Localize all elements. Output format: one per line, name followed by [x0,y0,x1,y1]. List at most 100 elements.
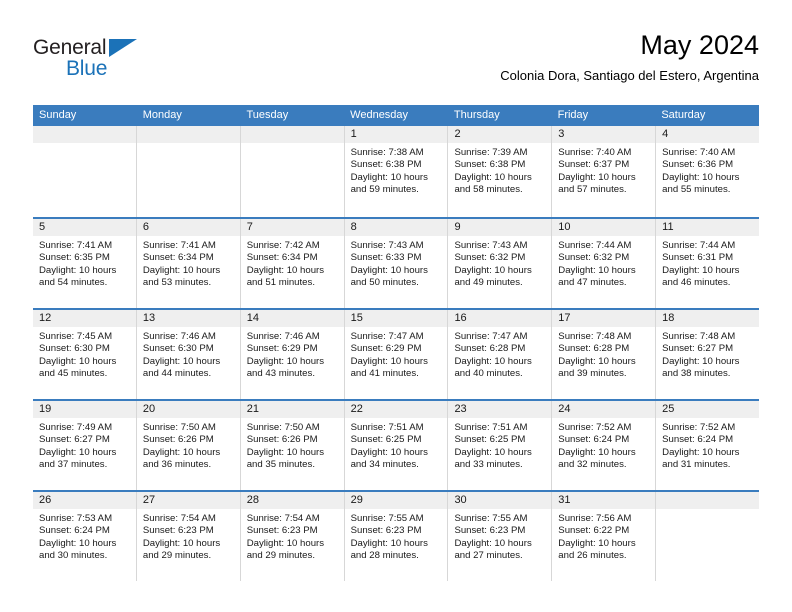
day-cell[interactable]: 26 Sunrise: 7:53 AM Sunset: 6:24 PM Dayligh… [33,492,137,581]
sunset-text: Sunset: 6:22 PM [558,525,630,537]
day-details: Sunrise: 7:55 AM Sunset: 6:23 PM Daylight:… [448,509,551,563]
day-cell[interactable]: 14 Sunrise: 7:46 AM Sunset: 6:29 PM Dayligh… [240,310,345,399]
weekday-header-friday: Friday [557,109,589,121]
sunset-text: Sunset: 6:30 PM [39,343,110,355]
sunset-text: Sunset: 6:36 PM [662,159,734,171]
sunrise-text: Sunrise: 7:41 AM [39,240,113,251]
day-cell[interactable]: 2 Sunrise: 7:39 AM Sunset: 6:38 PM Daylight… [448,126,553,217]
day-cell[interactable]: 24 Sunrise: 7:52 AM Sunset: 6:24 PM Dayligh… [552,401,657,490]
day-cell[interactable]: 30 Sunrise: 7:55 AM Sunset: 6:23 PM Dayligh… [448,492,553,581]
day-cell[interactable]: 7 Sunrise: 7:42 AM Sunset: 6:34 PM Daylight… [240,219,345,308]
day-cell[interactable]: 23 Sunrise: 7:51 AM Sunset: 6:25 PM Dayligh… [448,401,553,490]
sunset-text: Sunset: 6:27 PM [662,343,734,355]
day-cell[interactable]: 9 Sunrise: 7:43 AM Sunset: 6:32 PM Daylight… [448,219,553,308]
day-cell[interactable]: 11 Sunrise: 7:44 AM Sunset: 6:31 PM Dayligh… [656,219,760,308]
day-number: 22 [344,401,448,418]
sunrise-text: Sunrise: 7:44 AM [662,240,736,251]
day-details: Sunrise: 7:56 AM Sunset: 6:22 PM Daylight:… [552,509,655,563]
day-cell-empty [136,126,241,217]
daylight-text-line1: Daylight: 10 hours [454,446,532,458]
daylight-text-line1: Daylight: 10 hours [246,264,325,276]
day-details: Sunrise: 7:51 AM Sunset: 6:25 PM Daylight:… [345,418,448,472]
calendar-grid: Sunday Monday Tuesday Wednesday Thursday… [33,105,760,581]
daylight-text-line2: and 49 minutes. [454,277,523,289]
day-cell[interactable]: 21 Sunrise: 7:50 AM Sunset: 6:26 PM Dayligh… [240,401,345,490]
day-number: 2 [448,126,552,143]
weekday-header-sunday: Sunday [39,109,77,121]
day-number: 28 [240,492,344,509]
daylight-text-line2: and 27 minutes. [454,550,523,562]
day-details: Sunrise: 7:52 AM Sunset: 6:24 PM Daylight:… [656,418,759,472]
daylight-text-line2: and 36 minutes. [142,459,212,471]
day-details: Sunrise: 7:51 AM Sunset: 6:25 PM Daylight:… [448,418,551,472]
weeks-container: 1 Sunrise: 7:38 AM Sunset: 6:38 PM Daylight… [33,126,760,581]
sunrise-text: Sunrise: 7:44 AM [558,240,632,251]
sunset-text: Sunset: 6:34 PM [142,252,214,264]
day-cell[interactable]: 19 Sunrise: 7:49 AM Sunset: 6:27 PM Dayligh… [33,401,137,490]
daylight-text-line1: Daylight: 10 hours [454,537,532,549]
day-details: Sunrise: 7:43 AM Sunset: 6:33 PM Daylight:… [345,236,448,290]
weekday-header-wednesday: Wednesday [350,109,409,121]
page-header: General Blue May 2024 Colonia Dora, Sant… [33,28,759,96]
day-number: 30 [448,492,552,509]
day-cell[interactable]: 29 Sunrise: 7:55 AM Sunset: 6:23 PM Dayligh… [344,492,449,581]
day-cell[interactable]: 16 Sunrise: 7:47 AM Sunset: 6:28 PM Dayligh… [448,310,553,399]
day-number: 5 [33,219,136,236]
week-row: 26 Sunrise: 7:53 AM Sunset: 6:24 PM Dayligh… [33,490,760,581]
triangle-icon [109,39,137,57]
general-blue-logo[interactable]: General Blue [33,36,233,88]
sunrise-text: Sunrise: 7:49 AM [39,422,113,433]
daylight-text-line1: Daylight: 10 hours [558,264,636,276]
day-details: Sunrise: 7:43 AM Sunset: 6:32 PM Daylight:… [448,236,551,290]
daylight-text-line1: Daylight: 10 hours [558,355,636,367]
sunrise-text: Sunrise: 7:52 AM [558,422,632,433]
day-cell[interactable]: 12 Sunrise: 7:45 AM Sunset: 6:30 PM Dayligh… [33,310,137,399]
sunset-text: Sunset: 6:26 PM [246,434,318,446]
daylight-text-line2: and 29 minutes. [246,550,315,562]
day-number: 18 [656,310,760,327]
day-cell[interactable]: 20 Sunrise: 7:50 AM Sunset: 6:26 PM Dayligh… [136,401,241,490]
day-cell[interactable]: 6 Sunrise: 7:41 AM Sunset: 6:34 PM Daylight… [136,219,241,308]
day-cell[interactable]: 4 Sunrise: 7:40 AM Sunset: 6:36 PM Daylight… [656,126,760,217]
day-details: Sunrise: 7:54 AM Sunset: 6:23 PM Daylight:… [137,509,240,563]
weekday-header-row: Sunday Monday Tuesday Wednesday Thursday… [33,105,759,126]
day-details: Sunrise: 7:53 AM Sunset: 6:24 PM Daylight:… [33,509,136,563]
day-cell[interactable]: 27 Sunrise: 7:54 AM Sunset: 6:23 PM Dayligh… [136,492,241,581]
daylight-text-line2: and 34 minutes. [350,459,419,471]
day-number: 21 [240,401,344,418]
day-cell[interactable]: 31 Sunrise: 7:56 AM Sunset: 6:22 PM Dayligh… [552,492,657,581]
day-cell[interactable]: 8 Sunrise: 7:43 AM Sunset: 6:33 PM Daylight… [344,219,449,308]
daylight-text-line2: and 58 minutes. [454,184,523,196]
day-cell[interactable]: 15 Sunrise: 7:47 AM Sunset: 6:29 PM Dayligh… [344,310,449,399]
daylight-text-line2: and 44 minutes. [142,368,212,380]
day-cell[interactable]: 10 Sunrise: 7:44 AM Sunset: 6:32 PM Dayligh… [552,219,657,308]
daylight-text-line1: Daylight: 10 hours [142,446,221,458]
weekday-header-monday: Monday [142,109,182,121]
sunset-text: Sunset: 6:28 PM [454,343,526,355]
day-cell-empty [656,492,760,581]
day-cell[interactable]: 25 Sunrise: 7:52 AM Sunset: 6:24 PM Dayligh… [656,401,760,490]
sunset-text: Sunset: 6:38 PM [350,159,422,171]
day-cell[interactable]: 28 Sunrise: 7:54 AM Sunset: 6:23 PM Dayligh… [240,492,345,581]
daylight-text-line1: Daylight: 10 hours [142,355,221,367]
day-cell[interactable]: 5 Sunrise: 7:41 AM Sunset: 6:35 PM Daylight… [33,219,137,308]
day-cell[interactable]: 3 Sunrise: 7:40 AM Sunset: 6:37 PM Daylight… [552,126,657,217]
day-cell[interactable]: 1 Sunrise: 7:38 AM Sunset: 6:38 PM Daylight… [344,126,449,217]
day-number: 9 [448,219,552,236]
day-cell[interactable]: 13 Sunrise: 7:46 AM Sunset: 6:30 PM Dayligh… [136,310,241,399]
day-details: Sunrise: 7:41 AM Sunset: 6:34 PM Daylight:… [137,236,240,290]
daylight-text-line2: and 45 minutes. [39,368,108,380]
page-subtitle: Colonia Dora, Santiago del Estero, Argen… [500,68,759,83]
day-details: Sunrise: 7:40 AM Sunset: 6:36 PM Daylight:… [656,143,759,197]
day-cell[interactable]: 18 Sunrise: 7:48 AM Sunset: 6:27 PM Dayligh… [656,310,760,399]
daylight-text-line1: Daylight: 10 hours [350,537,428,549]
day-cell[interactable]: 17 Sunrise: 7:48 AM Sunset: 6:28 PM Dayligh… [552,310,657,399]
day-details: Sunrise: 7:38 AM Sunset: 6:38 PM Daylight:… [345,143,448,197]
sunrise-text: Sunrise: 7:53 AM [39,513,113,524]
weekday-header-tuesday: Tuesday [246,109,289,121]
sunrise-text: Sunrise: 7:46 AM [142,331,216,342]
daylight-text-line1: Daylight: 10 hours [39,264,117,276]
day-details: Sunrise: 7:48 AM Sunset: 6:28 PM Daylight:… [552,327,655,381]
title-block: May 2024 Colonia Dora, Santiago del Este… [500,28,759,84]
day-cell[interactable]: 22 Sunrise: 7:51 AM Sunset: 6:25 PM Dayligh… [344,401,449,490]
